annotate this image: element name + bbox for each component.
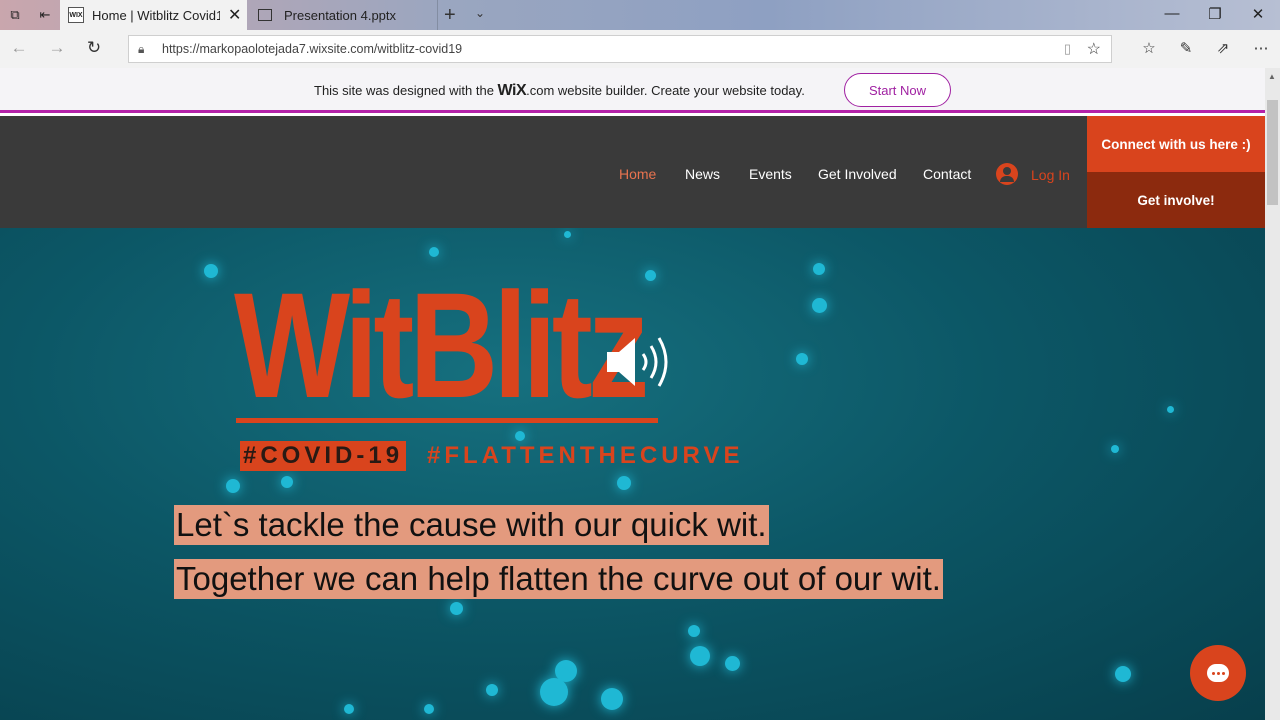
chat-bubble-icon [1207, 664, 1229, 682]
scroll-up-icon[interactable]: ▲ [1268, 72, 1276, 81]
minimize-icon[interactable]: — [1157, 5, 1187, 22]
user-avatar-icon[interactable] [996, 163, 1018, 185]
bokeh-dot [688, 625, 700, 637]
browser-tab-strip: ⧉ ⇤ WIX Home | Witblitz Covid19 ✕ Presen… [0, 0, 1280, 30]
bokeh-dot [281, 476, 293, 488]
hero-section: WitBlitz #COVID-19 #FLATTENTHECURVE Let`… [0, 228, 1265, 720]
nav-events[interactable]: Events [749, 166, 792, 182]
bokeh-dot [226, 479, 240, 493]
banner-text-before: This site was designed with the [314, 83, 498, 98]
bokeh-dot [1167, 406, 1174, 413]
address-bar[interactable]: 🔒︎ https://markopaolotejada7.wixsite.com… [128, 35, 1112, 63]
document-icon [258, 9, 272, 21]
close-tab-icon[interactable]: ✕ [228, 5, 241, 25]
bokeh-dot [450, 602, 463, 615]
logo-underline [236, 418, 658, 423]
tab-presentation[interactable]: Presentation 4.pptx [250, 0, 438, 30]
bokeh-dot [564, 231, 571, 238]
bokeh-dot [1115, 666, 1131, 682]
bokeh-dot [813, 263, 825, 275]
bokeh-dot [344, 704, 354, 714]
favorite-star-icon[interactable]: ☆ [1087, 39, 1101, 59]
set-aside-tabs-icon[interactable]: ⇤ [34, 5, 56, 25]
lock-icon: 🔒︎ [138, 42, 145, 56]
back-icon[interactable]: ← [7, 38, 31, 58]
wix-favicon-icon: WIX [68, 7, 84, 23]
maximize-icon[interactable]: ❐ [1200, 5, 1230, 23]
tagline-2: Together we can help flatten the curve o… [174, 559, 943, 599]
bokeh-dot [1111, 445, 1119, 453]
tab-title: Home | Witblitz Covid19 [92, 7, 220, 23]
wix-logo: WiX [497, 82, 527, 99]
start-now-button[interactable]: Start Now [844, 73, 951, 107]
browser-toolbar: ← → ↻ 🔒︎ https://markopaolotejada7.wixsi… [0, 30, 1280, 68]
hashtag-flatten: #FLATTENTHECURVE [427, 442, 744, 469]
nav-news[interactable]: News [685, 166, 720, 182]
bokeh-dot [690, 646, 710, 666]
close-window-icon[interactable]: ✕ [1243, 5, 1273, 23]
tab-actions-icon[interactable]: ⧉ [4, 5, 26, 25]
nav-home[interactable]: Home [619, 166, 656, 182]
get-involve-button[interactable]: Get involve! [1087, 172, 1265, 228]
bokeh-dot [429, 247, 439, 257]
scroll-thumb[interactable] [1267, 100, 1278, 205]
bokeh-dot [486, 684, 498, 696]
nav-get-involved[interactable]: Get Involved [818, 166, 897, 182]
bokeh-dot [812, 298, 827, 313]
pen-icon[interactable]: ✎ [1174, 39, 1198, 57]
login-link[interactable]: Log In [1031, 167, 1070, 183]
bokeh-dot [424, 704, 434, 714]
tab-title: Presentation 4.pptx [284, 7, 397, 23]
share-icon[interactable]: ⇗ [1211, 39, 1235, 57]
banner-text-after: website builder. Create your website tod… [554, 83, 805, 98]
connect-button[interactable]: Connect with us here :) [1087, 116, 1265, 172]
favorites-icon[interactable]: ☆ [1137, 39, 1161, 57]
site-header: Home News Events Get Involved Contact Lo… [0, 116, 1265, 228]
hashtag-covid: #COVID-19 [240, 441, 407, 471]
wix-logo-suffix: .com [526, 83, 555, 98]
tagline-1: Let`s tackle the cause with our quick wi… [174, 505, 769, 545]
new-tab-icon[interactable]: + [444, 4, 456, 27]
nav-contact[interactable]: Contact [923, 166, 971, 182]
witblitz-logo: WitBlitz [234, 261, 649, 429]
bokeh-dot [601, 688, 623, 710]
bokeh-dot [617, 476, 631, 490]
url-text[interactable]: https://markopaolotejada7.wixsite.com/wi… [162, 42, 462, 56]
page-scrollbar[interactable]: ▲ [1265, 68, 1280, 720]
wix-ad-banner: This site was designed with the WiX.com … [0, 68, 1265, 113]
bokeh-dot [204, 264, 218, 278]
bokeh-dot [645, 270, 656, 281]
bokeh-dot [796, 353, 808, 365]
bokeh-dot [515, 431, 525, 441]
bokeh-dot [540, 678, 568, 706]
speaker-icon[interactable] [605, 332, 677, 392]
forward-icon[interactable]: → [45, 38, 69, 58]
bokeh-dot [725, 656, 740, 671]
tab-home[interactable]: WIX Home | Witblitz Covid19 ✕ [60, 0, 247, 30]
refresh-icon[interactable]: ↻ [82, 38, 106, 58]
reading-view-icon[interactable]: ▯ [1064, 41, 1071, 57]
chevron-down-icon[interactable]: ⌄ [475, 6, 485, 20]
more-icon[interactable]: ⋯ [1249, 39, 1273, 57]
chat-button[interactable] [1190, 645, 1246, 701]
wix-banner-text: This site was designed with the WiX.com … [314, 82, 805, 100]
